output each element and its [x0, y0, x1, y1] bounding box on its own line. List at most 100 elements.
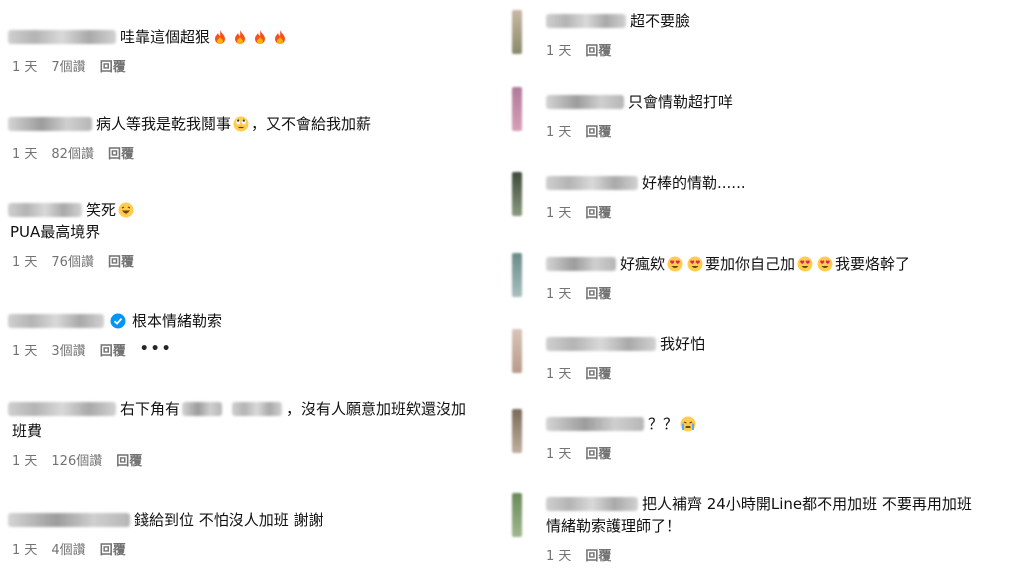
comment-text: 哇靠這個超狠 [120, 28, 211, 46]
blurred-username[interactable] [546, 14, 626, 28]
avatar[interactable] [512, 172, 522, 216]
comment-item: 錢給到位 不怕沒人加班 謝謝 1 天 4個讚 回覆 [0, 509, 508, 558]
blurred-mention [182, 402, 223, 416]
fire-emoji-icon [252, 29, 268, 45]
fire-emoji-icon [212, 29, 228, 45]
like-count[interactable]: 4個讚 [51, 539, 85, 558]
heart-eyes-emoji-icon [797, 256, 813, 272]
comment-item: 好瘋欸 要加你自己加 我要烙幹了 1 天 回覆 [512, 253, 1024, 302]
blurred-username[interactable] [8, 30, 116, 44]
reply-button[interactable]: 回覆 [585, 202, 611, 221]
comment-item: 笑死 PUA最高境界 1 天 76個讚 回覆 [0, 199, 508, 270]
comment-text: 病人等我是乾我鬩事 [96, 115, 232, 133]
comment-text-continued: ，沒有人願意加班欸還沒加 [286, 400, 467, 418]
comment-time: 1 天 [12, 59, 38, 75]
reply-button[interactable]: 回覆 [585, 121, 611, 140]
crying-emoji-icon [680, 416, 696, 432]
reply-button[interactable]: 回覆 [116, 450, 142, 469]
heart-eyes-emoji-icon [817, 256, 833, 272]
comment-time: 1 天 [546, 286, 572, 302]
comment-item: 把人補齊 24小時開Line都不用加班 不要再用加班 情緒勒索護理師了！ 1 天… [512, 493, 1024, 564]
grinning-emoji-icon [118, 202, 134, 218]
comment-text: 好瘋欸 [620, 255, 666, 273]
blurred-username[interactable] [8, 203, 82, 217]
blurred-username[interactable] [8, 513, 130, 527]
comment-item: 只會情勒超打咩 1 天 回覆 [512, 87, 1024, 140]
comment-time: 1 天 [546, 366, 572, 382]
avatar[interactable] [512, 253, 522, 297]
reply-button[interactable]: 回覆 [100, 340, 126, 359]
reply-button[interactable]: 回覆 [585, 545, 611, 564]
avatar[interactable] [512, 329, 522, 373]
reply-button[interactable]: 回覆 [108, 143, 134, 162]
fire-emoji-icon [272, 29, 288, 45]
like-count[interactable]: 126個讚 [51, 450, 102, 469]
reply-button[interactable]: 回覆 [108, 251, 134, 270]
blurred-username[interactable] [8, 402, 116, 416]
comment-item: 超不要臉 1 天 回覆 [512, 10, 1024, 59]
comment-item: 哇靠這個超狠 1 天 7個讚 回覆 [0, 26, 508, 75]
comment-text: 超不要臉 [630, 12, 691, 30]
comment-text: 錢給到位 不怕沒人加班 謝謝 [134, 511, 324, 529]
comment-item: ？？ 1 天 回覆 [512, 409, 1024, 462]
heart-eyes-emoji-icon [667, 256, 683, 272]
reply-button[interactable]: 回覆 [100, 56, 126, 75]
comment-time: 1 天 [546, 43, 572, 59]
comment-text: 把人補齊 24小時開Line都不用加班 不要再用加班 [642, 495, 972, 513]
comment-time: 1 天 [546, 446, 572, 462]
comment-text: 好棒的情勒...... [642, 174, 746, 192]
like-count[interactable]: 76個讚 [51, 251, 94, 270]
comment-text: ？？ [648, 415, 679, 433]
comment-text-continued: 要加你自己加 [705, 255, 796, 273]
comment-item: 病人等我是乾我鬩事 ，又不會給我加薪 1 天 82個讚 回覆 [0, 113, 508, 162]
blurred-username[interactable] [546, 337, 656, 351]
comment-text: 我好怕 [660, 335, 706, 353]
blurred-username[interactable] [8, 314, 104, 328]
comment-text: 根本情緒勒索 [132, 312, 223, 330]
comment-text: 笑死 [86, 201, 117, 219]
comment-item: 右下角有 ，沒有人願意加班欸還沒加 班費 1 天 126個讚 回覆 [0, 398, 508, 469]
comment-item: 我好怕 1 天 回覆 [512, 329, 1024, 382]
reply-button[interactable]: 回覆 [585, 283, 611, 302]
blurred-username[interactable] [546, 417, 644, 431]
avatar[interactable] [512, 409, 522, 453]
comment-time: 1 天 [546, 548, 572, 564]
comment-text-line2: 情緒勒索護理師了！ [546, 517, 682, 535]
like-count[interactable]: 82個讚 [51, 143, 94, 162]
comment-time: 1 天 [12, 542, 38, 558]
avatar[interactable] [512, 87, 522, 131]
comment-text-line2: 班費 [12, 422, 43, 440]
blurred-mention [232, 402, 283, 416]
more-options-icon[interactable]: ••• [140, 341, 173, 357]
comments-right-column: 超不要臉 1 天 回覆 只會情勒超打咩 1 天 回覆 好棒的情勒...... 1… [512, 0, 1024, 576]
blurred-username[interactable] [546, 257, 616, 271]
eye-roll-emoji-icon [233, 116, 249, 132]
like-count[interactable]: 7個讚 [51, 56, 85, 75]
reply-button[interactable]: 回覆 [585, 40, 611, 59]
comment-item: 好棒的情勒...... 1 天 回覆 [512, 172, 1024, 221]
avatar[interactable] [512, 10, 522, 54]
reply-button[interactable]: 回覆 [100, 539, 126, 558]
comment-time: 1 天 [12, 453, 38, 469]
like-count[interactable]: 3個讚 [51, 340, 85, 359]
comment-text-continued: ，又不會給我加薪 [251, 115, 372, 133]
avatar[interactable] [512, 493, 522, 537]
comment-text: 右下角有 [120, 400, 181, 418]
comment-text-continued: 我要烙幹了 [835, 255, 911, 273]
comment-time: 1 天 [546, 205, 572, 221]
comment-item: 根本情緒勒索 1 天 3個讚 回覆 ••• [0, 310, 508, 359]
blurred-username[interactable] [546, 176, 638, 190]
fire-emoji-icon [232, 29, 248, 45]
reply-button[interactable]: 回覆 [585, 443, 611, 462]
comment-text-line2: PUA最高境界 [10, 223, 101, 241]
reply-button[interactable]: 回覆 [585, 363, 611, 382]
blurred-username[interactable] [546, 95, 624, 109]
blurred-username[interactable] [546, 497, 638, 511]
heart-eyes-emoji-icon [687, 256, 703, 272]
comment-time: 1 天 [12, 343, 38, 359]
comment-text: 只會情勒超打咩 [628, 93, 734, 111]
comment-time: 1 天 [12, 146, 38, 162]
blurred-username[interactable] [8, 117, 92, 131]
comment-time: 1 天 [12, 254, 38, 270]
verified-badge-icon [110, 313, 126, 329]
